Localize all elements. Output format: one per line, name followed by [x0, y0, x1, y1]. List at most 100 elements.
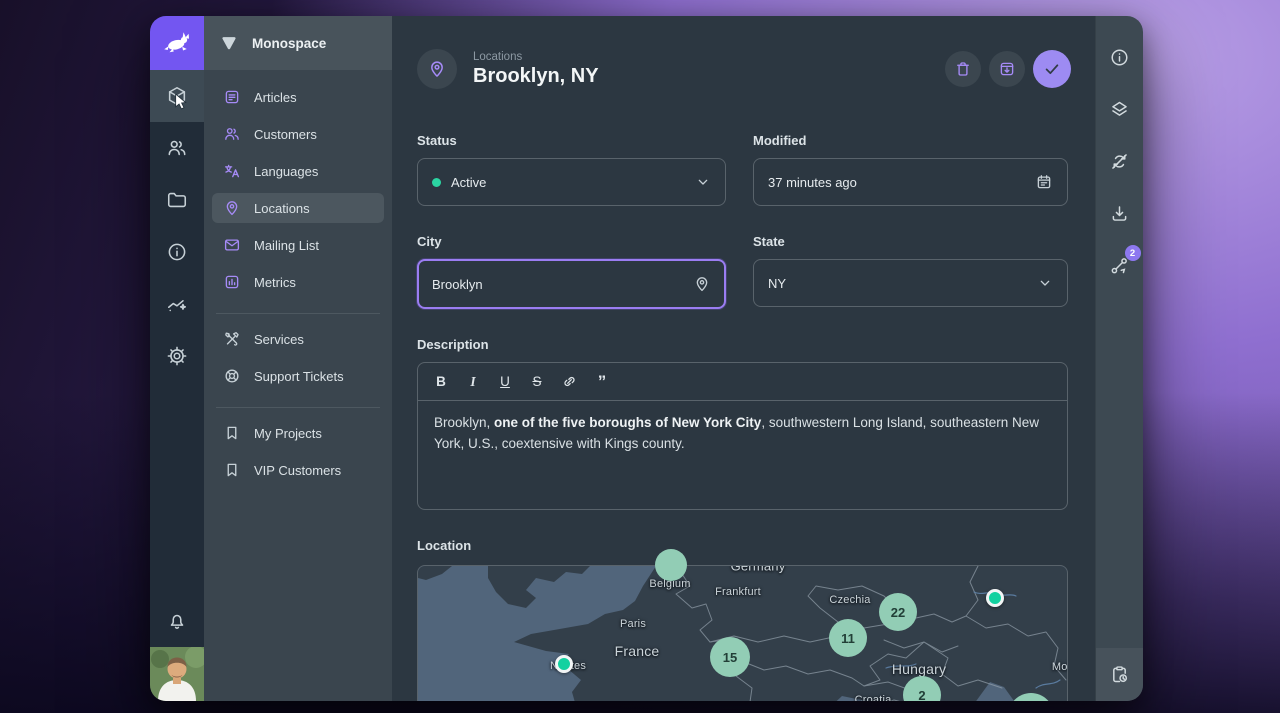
map-labels: Germany Belgium Frankfurt Paris France Czechi… [418, 566, 1067, 701]
users-icon [166, 137, 188, 159]
info-panel-button[interactable] [1108, 45, 1132, 69]
sidebar-menu: Articles Customers Languages Locations M… [204, 70, 392, 492]
record-form: Status Active Modified 37 minutes ago Ci… [417, 133, 1068, 701]
download-button[interactable] [1108, 201, 1132, 225]
trend-sparkle-icon [166, 293, 188, 315]
sidebar-item-label: Mailing List [254, 237, 320, 253]
rail-item-content-model[interactable] [150, 70, 204, 122]
sidebar-item-support-tickets[interactable]: Support Tickets [212, 361, 384, 391]
archive-down-icon [998, 60, 1016, 78]
layers-panel-button[interactable] [1108, 97, 1132, 121]
location-pin-icon [223, 199, 241, 217]
pick-icon [219, 33, 239, 53]
sidebar-item-my-projects[interactable]: My Projects [212, 418, 384, 448]
clipboard-clock-icon [1109, 664, 1130, 685]
location-label: Location [417, 538, 472, 553]
left-icon-rail [150, 16, 204, 701]
mouse-pointer [174, 94, 188, 110]
mail-icon [223, 236, 241, 254]
rail-item-files[interactable] [150, 174, 204, 226]
sidebar-item-vip-customers[interactable]: VIP Customers [212, 455, 384, 485]
city-input[interactable]: Brooklyn [417, 259, 726, 309]
main-content: Locations Brooklyn, NY Status Active Mod… [392, 16, 1095, 701]
map-canvas[interactable]: Germany Belgium Frankfurt Paris France Czechi… [417, 565, 1068, 701]
sidebar-item-articles[interactable]: Articles [212, 82, 384, 112]
map-label: Czechia [829, 594, 871, 606]
share-button[interactable]: 2 [1108, 245, 1141, 277]
rail-item-info[interactable] [150, 226, 204, 278]
info-icon [166, 241, 188, 263]
app-logo[interactable] [150, 16, 204, 70]
sidebar: Monospace Articles Customers Languages L… [204, 16, 392, 701]
map-label: Nantes [549, 660, 587, 672]
languages-icon [223, 162, 241, 180]
delete-button[interactable] [945, 51, 981, 87]
sidebar-item-mailing-list[interactable]: Mailing List [212, 230, 384, 260]
modified-field[interactable]: 37 minutes ago [753, 158, 1068, 206]
user-avatar[interactable] [150, 647, 204, 701]
modified-value: 37 minutes ago [768, 174, 857, 190]
status-select[interactable]: Active [417, 158, 726, 206]
customers-icon [223, 125, 241, 143]
page-header: Locations Brooklyn, NY [417, 49, 1071, 89]
quote-icon: ” [597, 371, 606, 391]
location-pin-icon[interactable] [693, 275, 711, 293]
map-area: Germany Belgium Frankfurt Paris France Czechi… [417, 549, 1068, 701]
notifications-button[interactable] [150, 595, 204, 647]
bookmark-icon [223, 461, 241, 479]
description-text[interactable]: Brooklyn, one of the five boroughs of Ne… [418, 401, 1067, 509]
workspace-switcher[interactable]: Monospace [204, 16, 392, 70]
sidebar-item-label: My Projects [254, 425, 322, 441]
sidebar-item-label: Services [254, 331, 304, 347]
sync-off-icon [1109, 151, 1130, 172]
sidebar-item-label: Support Tickets [254, 368, 344, 384]
quote-button[interactable]: ” [586, 369, 616, 395]
sidebar-item-customers[interactable]: Customers [212, 119, 384, 149]
sync-off-button[interactable] [1108, 149, 1132, 173]
sidebar-item-label: Locations [254, 200, 310, 216]
rabbit-logo-icon [162, 28, 192, 58]
state-label: State [753, 234, 785, 249]
underline-button[interactable]: U [490, 369, 520, 395]
download-icon [1109, 203, 1130, 224]
entity-avatar [417, 49, 457, 89]
form-row: City Brooklyn State NY [417, 234, 1068, 309]
description-field-group: Description B I U S ” Brooklyn, one of t… [417, 337, 1068, 510]
right-icon-rail: 2 [1095, 16, 1143, 701]
bold-button[interactable]: B [426, 369, 456, 395]
sidebar-item-label: Articles [254, 89, 297, 105]
bell-icon [166, 610, 188, 632]
app-window: Monospace Articles Customers Languages L… [150, 16, 1143, 701]
chevron-down-icon [1037, 275, 1053, 291]
trash-icon [954, 60, 972, 78]
gear-icon [166, 345, 188, 367]
location-field-group: Location Germany Belgium Frankfurt Paris… [417, 538, 1068, 701]
city-label: City [417, 234, 442, 249]
share-badge: 2 [1124, 245, 1141, 261]
confirm-button[interactable] [1033, 50, 1071, 88]
form-row: Status Active Modified 37 minutes ago [417, 133, 1068, 206]
sidebar-item-services[interactable]: Services [212, 324, 384, 354]
map-label: Belgium [649, 578, 691, 590]
city-value: Brooklyn [432, 276, 483, 292]
strikethrough-button[interactable]: S [522, 369, 552, 395]
modified-label: Modified [753, 133, 807, 148]
folder-icon [166, 189, 188, 211]
sidebar-item-languages[interactable]: Languages [212, 156, 384, 186]
rail-item-settings[interactable] [150, 330, 204, 382]
sidebar-item-metrics[interactable]: Metrics [212, 267, 384, 297]
sidebar-item-label: VIP Customers [254, 462, 342, 478]
state-select[interactable]: NY [753, 259, 1068, 307]
rail-item-analytics[interactable] [150, 278, 204, 330]
rail-item-users[interactable] [150, 122, 204, 174]
link-button[interactable] [554, 369, 584, 395]
sidebar-item-locations[interactable]: Locations [212, 193, 384, 223]
metrics-icon [223, 273, 241, 291]
description-label: Description [417, 337, 489, 352]
italic-button[interactable]: I [458, 369, 488, 395]
changelog-button[interactable] [1096, 648, 1143, 701]
archive-button[interactable] [989, 51, 1025, 87]
state-field-group: State NY [753, 234, 1068, 309]
map-label: France [614, 643, 660, 659]
sidebar-item-label: Customers [254, 126, 317, 142]
